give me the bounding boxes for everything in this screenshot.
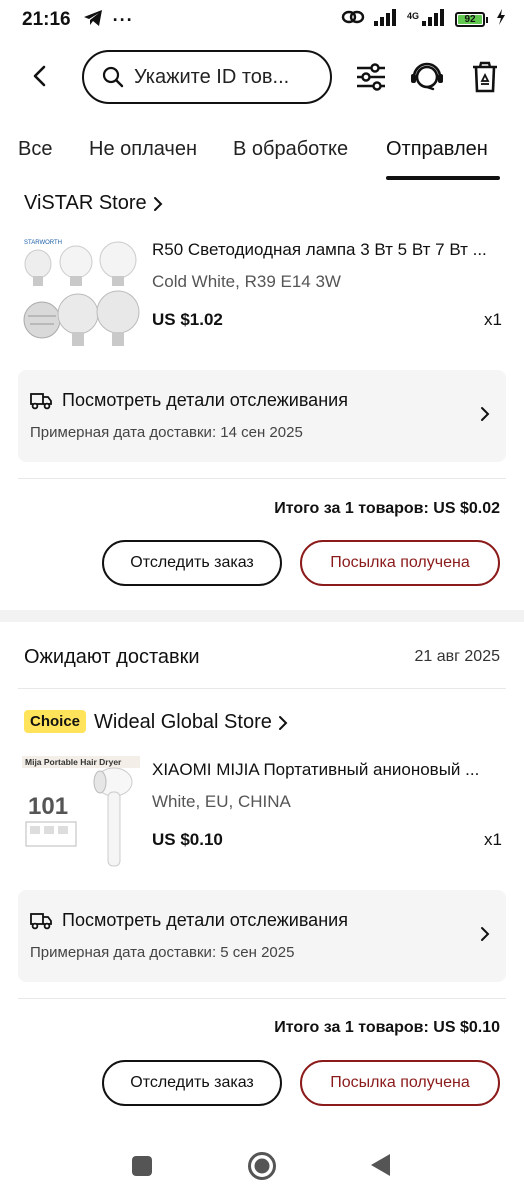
back-button[interactable]: [24, 60, 56, 92]
tab-all[interactable]: Все: [18, 138, 52, 161]
charging-icon: [496, 9, 506, 30]
product-quantity: x1: [484, 830, 502, 849]
section-title: Ожидают доставки: [24, 646, 200, 668]
battery-icon: 92: [455, 12, 488, 27]
telegram-icon: [83, 9, 103, 32]
product-row[interactable]: Mija Portable Hair Dryer 101 XIAOMI MIJI…: [22, 756, 502, 876]
signal-4g-icon: [421, 8, 447, 31]
square-recents-icon: [132, 1156, 152, 1176]
product-variant: White, EU, CHINA: [152, 792, 291, 811]
battery-level: 92: [458, 14, 482, 25]
tracking-details-button[interactable]: Посмотреть детали отслеживания Примерная…: [18, 370, 506, 462]
top-bar: [0, 46, 524, 108]
status-bar: 21:16 ··· 4G 92: [0, 0, 524, 40]
store-link-wideal[interactable]: Wideal Global Store: [94, 711, 288, 734]
tab-processing[interactable]: В обработке: [233, 138, 348, 161]
search-box[interactable]: [82, 50, 332, 104]
store-link-vistar[interactable]: ViSTAR Store: [24, 192, 163, 215]
product-image-hair-dryer: Mija Portable Hair Dryer 101: [22, 756, 140, 874]
tab-unpaid[interactable]: Не оплачен: [89, 138, 197, 161]
filter-button[interactable]: [352, 58, 390, 96]
chevron-right-icon: [153, 196, 163, 211]
estimated-delivery-date: Примерная дата доставки: 5 сен 2025: [30, 944, 295, 961]
product-price: US $0.10: [152, 830, 223, 849]
tracking-title: Посмотреть детали отслеживания: [62, 910, 348, 930]
order-status-tabs: Все Не оплачен В обработке Отправлен: [0, 130, 524, 182]
section-date: 21 авг 2025: [414, 648, 500, 665]
truck-icon: [30, 393, 52, 410]
product-price: US $1.02: [152, 310, 223, 329]
chevron-right-icon: [481, 927, 490, 941]
network-type-label: 4G: [406, 10, 419, 21]
divider: [18, 478, 506, 479]
track-order-button[interactable]: Отследить заказ: [102, 540, 282, 586]
product-title: XIAOMI MIJIA Портативный анионовый ...: [152, 760, 480, 779]
product-variant: Cold White, R39 E14 3W: [152, 272, 341, 291]
store-name: ViSTAR Store: [24, 192, 147, 214]
chevron-left-icon: [33, 65, 46, 87]
back-nav-button[interactable]: [370, 1153, 392, 1182]
package-received-button[interactable]: Посылка получена: [300, 540, 500, 586]
image-number: 101: [28, 793, 68, 820]
signal-icon: [373, 8, 399, 31]
delete-button[interactable]: [466, 58, 504, 96]
divider: [18, 688, 506, 689]
store-name: Wideal Global Store: [94, 711, 272, 733]
truck-icon: [30, 913, 52, 930]
home-button[interactable]: [247, 1151, 277, 1186]
product-image-led-bulbs: STARWORTH: [22, 236, 140, 352]
search-icon: [102, 66, 124, 88]
more-notifications-icon: ···: [112, 9, 134, 30]
section-separator: [0, 610, 524, 622]
order-total: Итого за 1 товаров: US $0.10: [274, 1019, 500, 1036]
choice-badge: Choice: [24, 710, 87, 733]
track-order-button[interactable]: Отследить заказ: [102, 1060, 282, 1106]
tracking-details-button[interactable]: Посмотреть детали отслеживания Примерная…: [18, 890, 506, 982]
tracking-title: Посмотреть детали отслеживания: [62, 390, 348, 410]
support-button[interactable]: [408, 58, 446, 96]
link-icon: [341, 8, 365, 31]
tab-shipped[interactable]: Отправлен: [386, 138, 488, 161]
system-nav-bar: [0, 1130, 524, 1200]
filter-sliders-icon: [357, 63, 385, 91]
status-time: 21:16: [22, 9, 71, 30]
product-row[interactable]: STARWORTH R50 Светодиодная лампа 3 Вт 5 …: [22, 236, 502, 356]
product-title: R50 Светодиодная лампа 3 Вт 5 Вт 7 Вт ..…: [152, 240, 487, 259]
circle-home-icon: [248, 1152, 276, 1180]
chevron-right-icon: [481, 407, 490, 421]
divider: [18, 998, 506, 999]
estimated-delivery-date: Примерная дата доставки: 14 сен 2025: [30, 424, 303, 441]
recent-apps-button[interactable]: [131, 1155, 153, 1182]
search-input[interactable]: [134, 65, 324, 89]
chevron-right-icon: [278, 715, 288, 730]
image-caption: Mija Portable Hair Dryer: [25, 757, 122, 767]
headset-support-icon: [411, 62, 443, 91]
active-tab-indicator: [386, 176, 500, 180]
order-total: Итого за 1 товаров: US $0.02: [274, 500, 500, 517]
triangle-back-icon: [371, 1154, 390, 1176]
trash-recycle-icon: [473, 61, 497, 93]
product-quantity: x1: [484, 310, 502, 329]
package-received-button[interactable]: Посылка получена: [300, 1060, 500, 1106]
brand-label: STARWORTH: [24, 240, 62, 246]
